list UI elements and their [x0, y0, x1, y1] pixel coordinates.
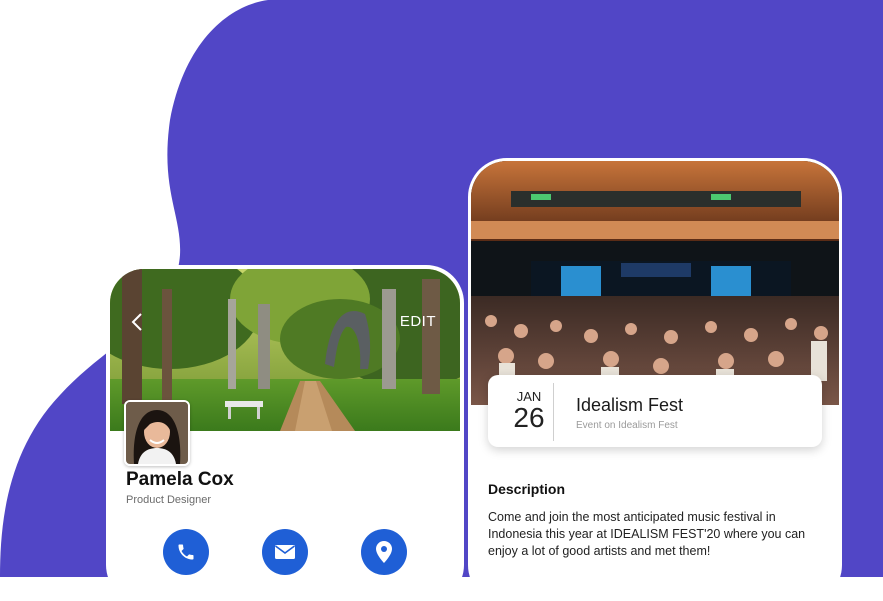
location-button[interactable] [361, 529, 407, 575]
profile-role: Product Designer [126, 494, 211, 506]
event-subtitle: Event on Idealism Fest [576, 420, 678, 431]
phone-icon [178, 544, 194, 560]
event-card: JAN 26 Idealism Fest Event on Idealism F… [471, 161, 839, 601]
call-button[interactable] [163, 529, 209, 575]
mail-icon [275, 545, 295, 559]
event-day: 26 [513, 402, 545, 433]
location-pin-icon [376, 541, 392, 563]
date-divider [553, 383, 554, 441]
profile-name: Pamela Cox [126, 469, 234, 490]
event-hero-photo [471, 161, 839, 405]
profile-card: EDIT Pamela Cox Product Designer [110, 269, 460, 599]
description-heading: Description [488, 481, 566, 497]
event-date-card[interactable]: JAN 26 Idealism Fest Event on Idealism F… [488, 375, 822, 447]
avatar[interactable] [124, 400, 190, 466]
edit-button[interactable]: EDIT [400, 313, 436, 330]
back-button[interactable] [126, 309, 148, 335]
email-button[interactable] [262, 529, 308, 575]
chevron-left-icon [131, 313, 142, 331]
event-title: Idealism Fest [576, 395, 684, 415]
description-text: Come and join the most anticipated music… [488, 510, 806, 558]
